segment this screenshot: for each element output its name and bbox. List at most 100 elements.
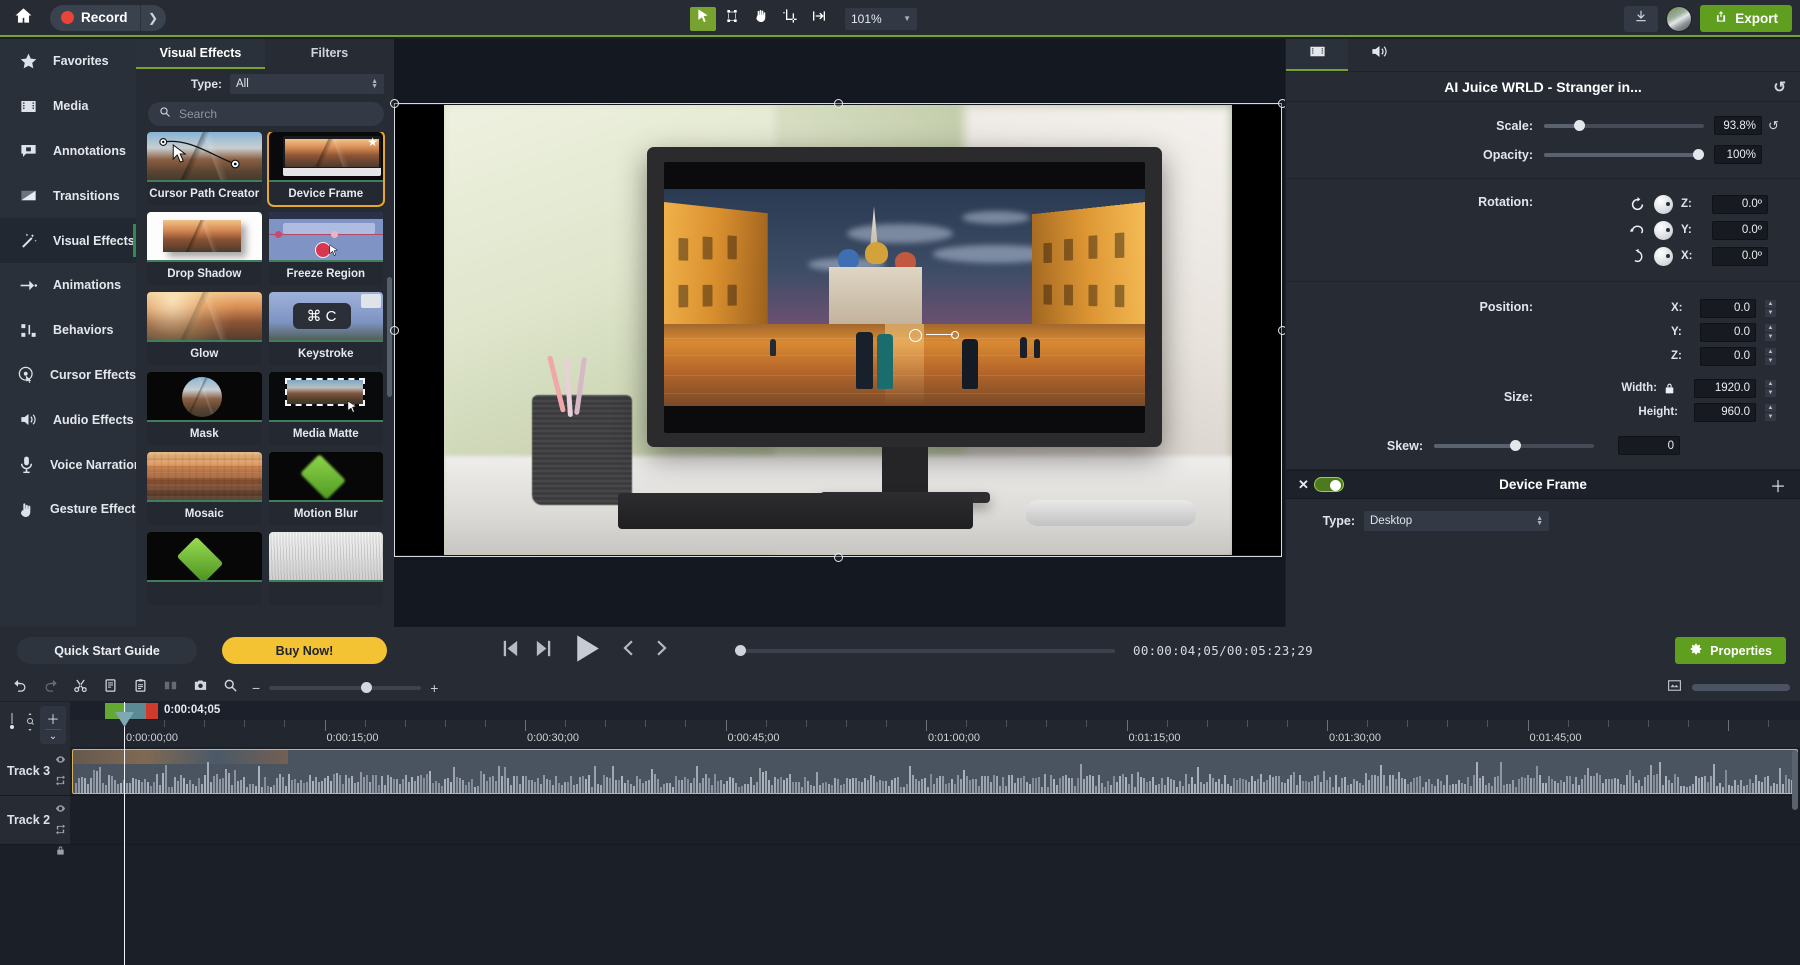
position-z-stepper[interactable]: ▲▼ <box>1765 348 1776 365</box>
reset-all-icon[interactable]: ↺ <box>1773 78 1786 96</box>
sidebar-item-media[interactable]: Media <box>0 84 136 129</box>
rotate-z-dial[interactable] <box>1654 195 1673 214</box>
sidebar-item-favorites[interactable]: Favorites <box>0 39 136 84</box>
plus-icon[interactable]: ＋ <box>1770 473 1786 497</box>
device-frame-toggle[interactable] <box>1314 477 1344 492</box>
scale-reset-icon[interactable]: ↺ <box>1768 118 1779 134</box>
rotate-z-icon[interactable] <box>1629 196 1646 213</box>
zoom-out-button[interactable]: − <box>252 680 260 696</box>
effect-card-glow[interactable]: Glow <box>147 292 262 365</box>
rotate-y-icon[interactable] <box>1629 222 1646 239</box>
opacity-value[interactable]: 100% <box>1714 145 1762 164</box>
sidebar-item-transitions[interactable]: Transitions <box>0 173 136 218</box>
aspect-lock-icon[interactable] <box>1663 381 1676 396</box>
playhead[interactable] <box>124 702 125 965</box>
favorite-star-icon[interactable]: ★ <box>367 135 378 149</box>
effect-card-media-matte[interactable]: Media Matte <box>269 372 384 445</box>
lock-icon[interactable] <box>55 843 66 861</box>
undo-button[interactable] <box>6 676 34 700</box>
screenshot-button[interactable] <box>186 676 214 700</box>
position-x-stepper[interactable]: ▲▼ <box>1765 300 1776 317</box>
size-width-stepper[interactable]: ▲▼ <box>1765 380 1776 397</box>
opacity-slider[interactable] <box>1544 153 1704 157</box>
playback-scrubber-thumb[interactable] <box>735 645 746 656</box>
search-input[interactable]: Search <box>148 102 384 126</box>
sidebar-item-audio-effects[interactable]: Audio Effects <box>0 397 136 442</box>
sidebar-item-behaviors[interactable]: Behaviors <box>0 308 136 353</box>
trim-end-marker[interactable] <box>146 703 158 719</box>
rotation-y-value[interactable]: 0.0º <box>1712 221 1768 240</box>
size-height-value[interactable]: 960.0 <box>1694 403 1756 422</box>
sidebar-item-annotations[interactable]: Annotations <box>0 129 136 174</box>
effect-card-motion-blur[interactable]: Motion Blur <box>269 452 384 525</box>
zoom-slider-knob[interactable] <box>361 682 372 693</box>
video-preview[interactable] <box>395 105 1281 555</box>
effect-card-freeze-region[interactable]: Freeze Region <box>269 212 384 285</box>
rotate-y-dial[interactable] <box>1654 221 1673 240</box>
rotation-z-value[interactable]: 0.0º <box>1712 195 1768 214</box>
timeline-clip[interactable] <box>72 749 1798 794</box>
sidebar-item-voice-narration[interactable]: Voice Narration <box>0 442 136 487</box>
rotate-x-dial[interactable] <box>1654 247 1673 266</box>
zoom-detect-button[interactable] <box>216 676 244 700</box>
effect-card-cursor-path-creator[interactable]: Cursor Path Creator <box>147 132 262 205</box>
tab-video-properties[interactable] <box>1286 39 1348 71</box>
split-button[interactable] <box>156 676 184 700</box>
timeline-horizontal-scrollbar[interactable] <box>1692 684 1790 691</box>
next-clip-button[interactable] <box>651 637 673 664</box>
effect-card-mosaic[interactable]: Mosaic <box>147 452 262 525</box>
sidebar-item-animations[interactable]: Animations <box>0 263 136 308</box>
playback-scrubber-track[interactable] <box>735 649 1115 653</box>
device-frame-type-select[interactable]: Desktop ▲▼ <box>1364 511 1549 531</box>
record-button[interactable]: Record <box>50 5 140 31</box>
track-body[interactable] <box>70 747 1800 795</box>
previous-frame-button[interactable] <box>498 637 521 665</box>
fit-frame-tool-button[interactable] <box>806 7 832 31</box>
size-width-value[interactable]: 1920.0 <box>1694 379 1756 398</box>
zoom-keyframe-icon[interactable] <box>24 709 36 740</box>
resize-handle-top-left[interactable] <box>390 99 399 108</box>
record-dropdown-button[interactable]: ❯ <box>140 5 166 31</box>
play-button[interactable] <box>568 630 605 672</box>
resize-handle-middle-left[interactable] <box>390 326 399 335</box>
effect-card-device-frame[interactable]: ★ Device Frame <box>269 132 384 205</box>
position-y-value[interactable]: 0.0 <box>1700 323 1756 342</box>
home-button[interactable] <box>0 0 46 36</box>
user-avatar[interactable] <box>1666 6 1692 32</box>
position-y-stepper[interactable]: ▲▼ <box>1765 324 1776 341</box>
resize-handle-top-center[interactable] <box>834 99 843 108</box>
scale-slider[interactable] <box>1544 124 1704 128</box>
add-track-control[interactable]: ＋ ⌄ <box>40 706 66 744</box>
next-frame-button[interactable] <box>533 637 556 665</box>
select-tool-button[interactable] <box>690 7 716 31</box>
position-z-value[interactable]: 0.0 <box>1700 347 1756 366</box>
export-button[interactable]: Export <box>1700 5 1792 32</box>
download-button[interactable] <box>1624 6 1658 32</box>
copy-button[interactable] <box>96 676 124 700</box>
size-height-stepper[interactable]: ▲▼ <box>1765 404 1776 421</box>
eye-icon[interactable] <box>55 801 66 819</box>
chevron-down-icon[interactable]: ⌄ <box>49 731 57 742</box>
tab-audio-properties[interactable] <box>1348 39 1410 71</box>
tab-visual-effects[interactable]: Visual Effects <box>136 39 265 69</box>
fit-timeline-icon[interactable] <box>1667 679 1682 697</box>
rotate-x-icon[interactable] <box>1629 248 1646 265</box>
sidebar-item-gesture-effects[interactable]: Gesture Effects <box>0 487 136 532</box>
effect-card-partial-a[interactable] <box>147 532 262 605</box>
cut-button[interactable] <box>66 676 94 700</box>
skew-slider[interactable] <box>1434 444 1594 448</box>
scale-value[interactable]: 93.8% <box>1714 116 1762 135</box>
zoom-slider-track[interactable] <box>269 686 421 690</box>
plus-icon[interactable]: ＋ <box>46 709 59 728</box>
effect-card-drop-shadow[interactable]: Drop Shadow <box>147 212 262 285</box>
effect-card-keystroke[interactable]: ⌘ C Keystroke <box>269 292 384 365</box>
edit-points-tool-button[interactable] <box>719 7 745 31</box>
position-x-value[interactable]: 0.0 <box>1700 299 1756 318</box>
effects-type-select[interactable]: All ▲▼ <box>230 74 384 94</box>
loop-icon[interactable] <box>55 822 66 840</box>
timeline-ruler[interactable]: 0:00:04;05 0:00:00;000:00:15;000:00:30;0… <box>70 702 1800 747</box>
rotation-x-value[interactable]: 0.0º <box>1712 247 1768 266</box>
resize-handle-bottom-center[interactable] <box>834 553 843 562</box>
previous-clip-button[interactable] <box>617 637 639 664</box>
track-body[interactable] <box>70 796 1800 844</box>
